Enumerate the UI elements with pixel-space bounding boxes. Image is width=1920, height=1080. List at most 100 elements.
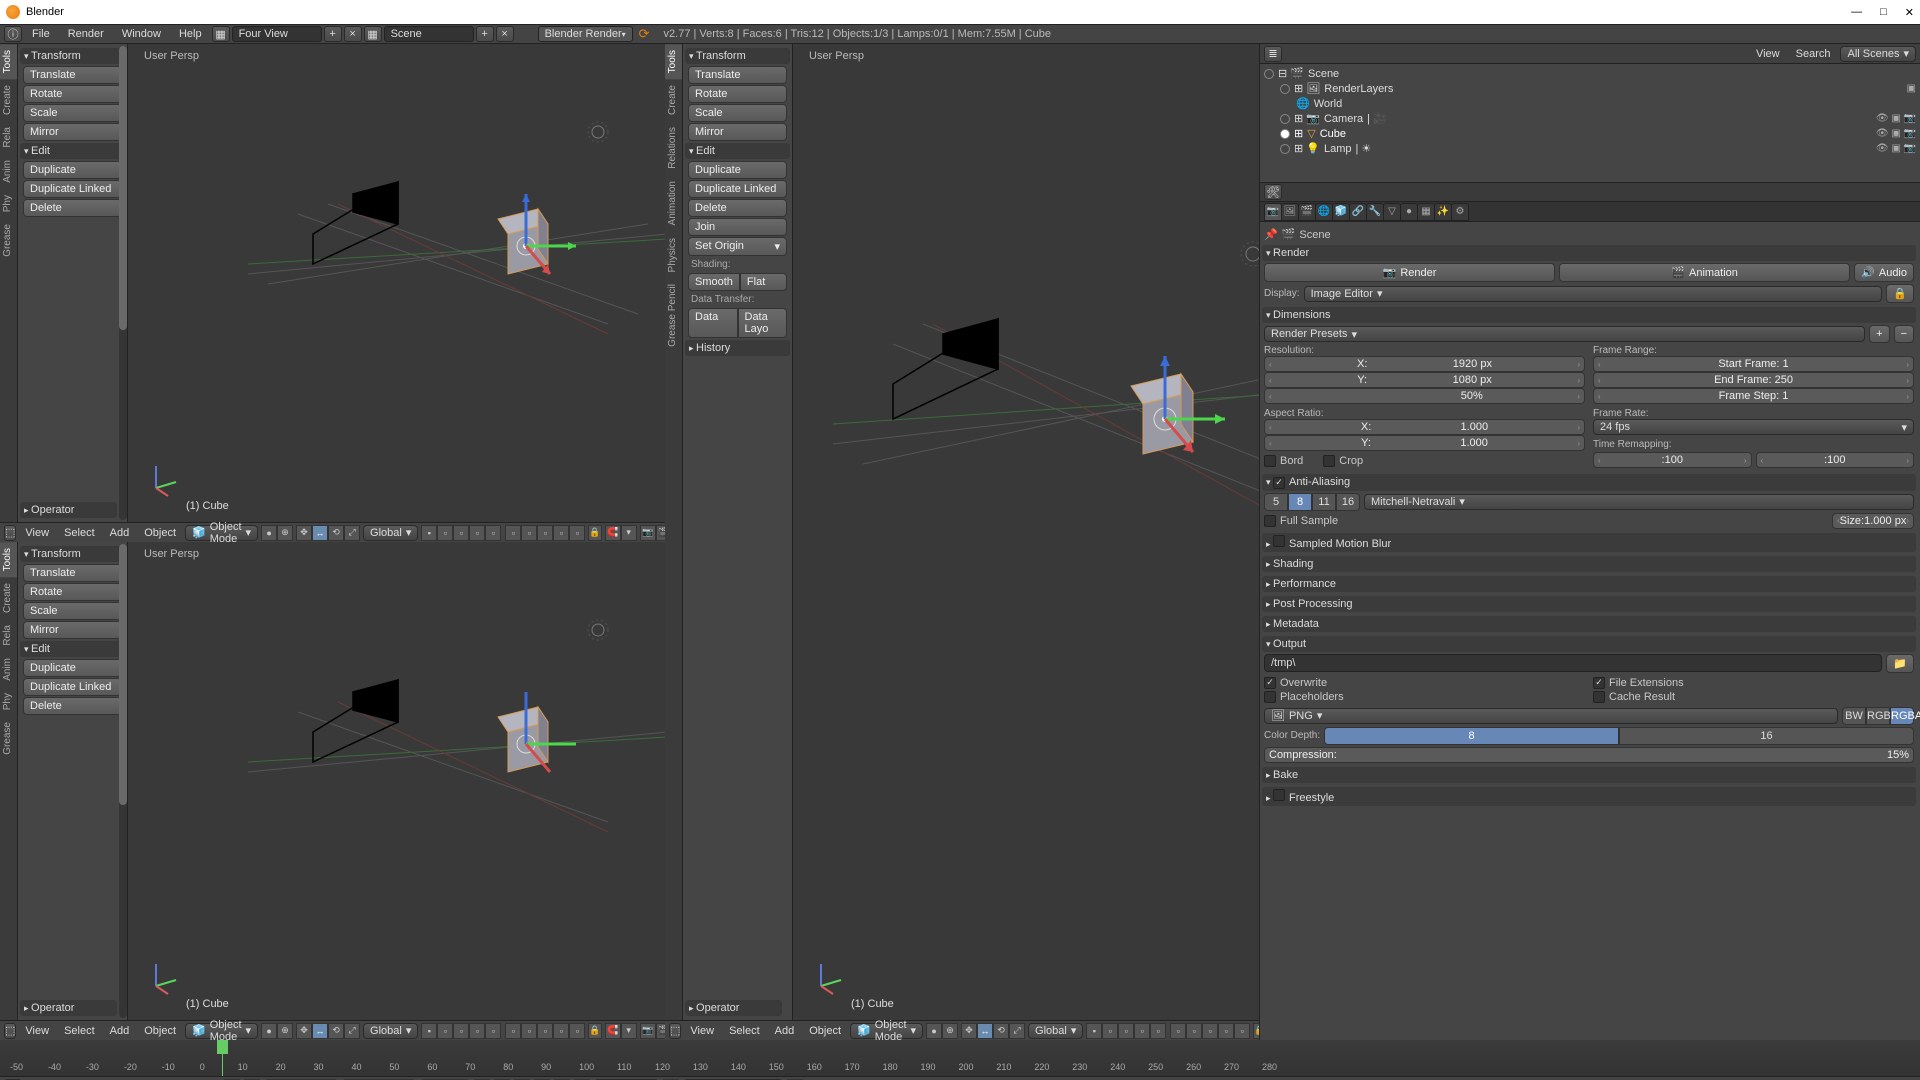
aa-filter[interactable]: Mitchell-Netravali▾ [1364, 494, 1914, 510]
vh-select-bl[interactable]: Select [58, 1025, 101, 1037]
mirror-button-bl[interactable]: Mirror [23, 621, 122, 639]
ptab-constraints[interactable]: 🔗 [1349, 203, 1367, 221]
menu-help[interactable]: Help [171, 28, 210, 40]
snap-icon[interactable]: 🧲 [605, 525, 621, 541]
duplicate-linked-button[interactable]: Duplicate Linked [23, 180, 122, 198]
vh-add[interactable]: Add [104, 527, 136, 539]
display-dropdown[interactable]: Image Editor▾ [1304, 286, 1883, 302]
sec-output[interactable]: Output [1262, 636, 1916, 652]
panel-operator-m[interactable]: Operator [685, 1000, 782, 1016]
mirror-m[interactable]: Mirror [688, 123, 787, 141]
toolshelf-scrollbar[interactable] [119, 46, 127, 520]
aspect-y[interactable]: ‹Y:1.000› [1264, 435, 1585, 451]
timeline-ruler[interactable]: -50-40-30-20-100102030405060708090100110… [0, 1040, 1920, 1076]
dup-linked-m[interactable]: Duplicate Linked [688, 180, 787, 198]
mirror-button[interactable]: Mirror [23, 123, 122, 141]
maximize-button[interactable]: □ [1880, 6, 1887, 18]
layer-buttons[interactable]: ▪▫▫▫▫ ▫▫▫▫▫ [421, 525, 585, 541]
sec-render[interactable]: Render [1262, 245, 1916, 261]
orientation-m[interactable]: Global▾ [1028, 1023, 1083, 1039]
vh-select-m[interactable]: Select [723, 1025, 766, 1037]
flat-m[interactable]: Flat [740, 273, 787, 291]
out-world[interactable]: 🌐 World [1264, 96, 1916, 111]
res-y-field[interactable]: ‹Y:1080 px› [1264, 372, 1585, 388]
ptab-particles[interactable]: ✨ [1434, 203, 1452, 221]
fileext-check[interactable] [1593, 677, 1605, 689]
vh-view-bl[interactable]: View [19, 1025, 55, 1037]
shade-solid-icon[interactable]: ● [261, 525, 277, 541]
render-preview-icon[interactable]: 📷 [640, 525, 656, 541]
data-layo-m[interactable]: Data Layo [738, 308, 788, 338]
scrollbar-bl[interactable] [119, 544, 127, 1018]
compression-field[interactable]: Compression:15% [1264, 747, 1914, 763]
delete-m[interactable]: Delete [688, 199, 787, 217]
playhead[interactable] [222, 1040, 223, 1076]
set-origin-m[interactable]: Set Origin▾ [688, 237, 787, 256]
duplicate-button-bl[interactable]: Duplicate [23, 659, 122, 677]
manip-translate-icon[interactable]: ↔ [312, 525, 328, 541]
scene-add-icon[interactable]: + [476, 26, 494, 42]
layout-remove-icon[interactable]: × [344, 26, 362, 42]
outliner-scope[interactable]: All Scenes▾ [1840, 46, 1916, 62]
aa-size[interactable]: ‹Size:1.000 px› [1832, 513, 1914, 529]
duplicate-linked-bl[interactable]: Duplicate Linked [23, 678, 122, 696]
panel-history-m[interactable]: History [685, 340, 790, 356]
sec-aa[interactable]: Anti-Aliasing [1262, 474, 1916, 491]
out-renderlayers[interactable]: ⊞ 🖼 RenderLayers▣ [1264, 81, 1916, 96]
rotate-m[interactable]: Rotate [688, 85, 787, 103]
panel-transform-bl[interactable]: Transform [20, 546, 125, 562]
vh-object-bl[interactable]: Object [138, 1025, 182, 1037]
out-lamp[interactable]: ⊞ 💡 Lamp | ☀👁 ▣ 📷 [1264, 141, 1916, 156]
outliner-search[interactable]: Search [1790, 48, 1837, 60]
layout-browse-icon[interactable]: ▦ [212, 26, 230, 42]
snap-type-icon[interactable]: ▾ [621, 525, 637, 541]
vtab-create[interactable]: Create [0, 79, 17, 121]
vh-view-m[interactable]: View [684, 1025, 720, 1037]
vtab-phy[interactable]: Phy [0, 189, 17, 218]
editor-type-icon-bl[interactable]: ⬚ [4, 1023, 16, 1039]
vtab-tools[interactable]: Tools [0, 44, 17, 79]
panel-edit-m[interactable]: Edit [685, 143, 790, 159]
ptab-modifiers[interactable]: 🔧 [1366, 203, 1384, 221]
frame-step[interactable]: ‹Frame Step: 1› [1593, 388, 1914, 404]
ptab-material[interactable]: ● [1400, 203, 1418, 221]
smooth-m[interactable]: Smooth [688, 273, 740, 291]
rotate-button[interactable]: Rotate [23, 85, 122, 103]
sec-motionblur[interactable]: Sampled Motion Blur [1262, 533, 1916, 552]
scale-button-bl[interactable]: Scale [23, 602, 122, 620]
out-scene[interactable]: ⊟ 🎬 Scene [1264, 66, 1916, 81]
minimize-button[interactable]: — [1851, 6, 1862, 18]
sec-freestyle[interactable]: Freestyle [1262, 787, 1916, 806]
crop-check[interactable] [1323, 455, 1335, 467]
color-mode[interactable]: BW RGB RGBA [1842, 707, 1914, 725]
lock-camera-icon[interactable]: 🔒 [588, 525, 601, 541]
vh-view[interactable]: View [19, 527, 55, 539]
layers-bl[interactable]: ▪▫▫▫▫▫▫▫▫▫ [421, 1023, 585, 1039]
render-engine-dropdown[interactable]: Blender Render▾ [538, 26, 633, 42]
remap-new[interactable]: ‹:100› [1756, 452, 1915, 468]
translate-button[interactable]: Translate [23, 66, 122, 84]
sec-dimensions[interactable]: Dimensions [1262, 307, 1916, 323]
outliner-view[interactable]: View [1750, 48, 1786, 60]
fps-dropdown[interactable]: 24 fps▾ [1593, 419, 1914, 435]
menu-render[interactable]: Render [60, 28, 112, 40]
panel-edit-bl[interactable]: Edit [20, 641, 125, 657]
menu-file[interactable]: File [24, 28, 58, 40]
render-presets[interactable]: Render Presets▾ [1264, 326, 1865, 342]
sec-performance[interactable]: Performance [1262, 576, 1916, 592]
mode-dropdown[interactable]: 🧊Object Mode▾ [185, 525, 258, 541]
vh-add-m[interactable]: Add [769, 1025, 801, 1037]
res-pct-field[interactable]: ‹50%› [1264, 388, 1585, 404]
manip-rotate-icon[interactable]: ⟲ [328, 525, 344, 541]
delete-button-bl[interactable]: Delete [23, 697, 122, 715]
full-sample-check[interactable] [1264, 515, 1276, 527]
translate-m[interactable]: Translate [688, 66, 787, 84]
editor-type-m[interactable]: ⬚ [669, 1023, 681, 1039]
translate-button-bl[interactable]: Translate [23, 564, 122, 582]
sec-shading[interactable]: Shading [1262, 556, 1916, 572]
orientation-dropdown[interactable]: Global▾ [363, 525, 418, 541]
viewport-middle[interactable]: User Persp (1) Cube [793, 44, 1259, 1020]
placeholders-check[interactable] [1264, 691, 1276, 703]
duplicate-button[interactable]: Duplicate [23, 161, 122, 179]
screen-layout-field[interactable]: Four View [232, 26, 322, 42]
